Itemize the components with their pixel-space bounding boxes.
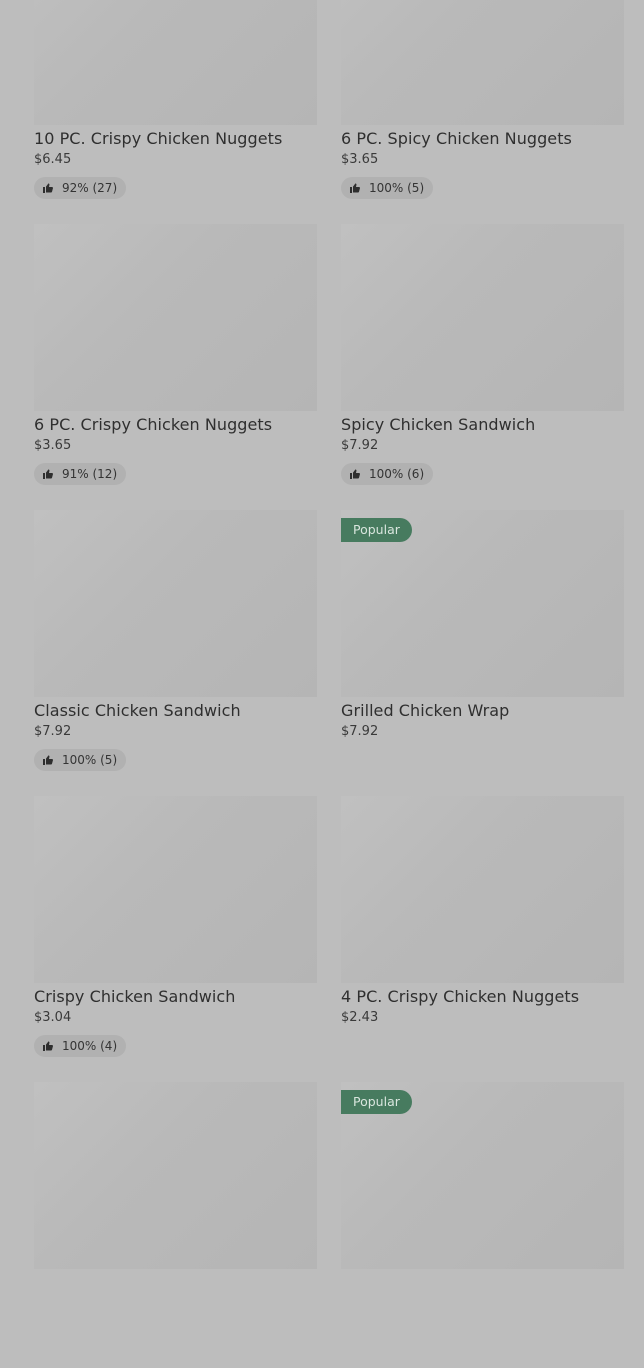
- rating-pill: 100% (6): [341, 463, 434, 485]
- rating-text: 100% (5): [62, 753, 118, 767]
- item-price: $7.92: [341, 438, 379, 453]
- item-name: Crispy Chicken Sandwich: [34, 987, 236, 1006]
- rating-text: 100% (6): [369, 467, 425, 481]
- rating-pill: 92% (27): [34, 177, 127, 199]
- menu-item-card[interactable]: 6 PC. Crispy Chicken Nuggets $3.65 91% (…: [34, 224, 317, 510]
- item-name: Spicy Chicken Sandwich: [341, 415, 536, 434]
- item-image-placeholder[interactable]: [34, 510, 317, 697]
- item-name: 10 PC. Crispy Chicken Nuggets: [34, 129, 283, 148]
- item-image-placeholder[interactable]: [34, 796, 317, 983]
- menu-item-card[interactable]: [34, 1082, 317, 1368]
- item-image-placeholder[interactable]: [34, 1082, 317, 1269]
- item-name: Grilled Chicken Wrap: [341, 701, 510, 720]
- menu-item-card[interactable]: Popular: [341, 1082, 624, 1368]
- menu-item-card[interactable]: 4 PC. Crispy Chicken Nuggets $2.43: [341, 796, 624, 1082]
- menu-item-card[interactable]: 10 PC. Crispy Chicken Nuggets $6.45 92% …: [34, 0, 317, 224]
- rating-text: 92% (27): [62, 181, 118, 195]
- item-price: $2.43: [341, 1010, 379, 1025]
- popular-badge: Popular: [341, 518, 412, 542]
- item-name: 6 PC. Crispy Chicken Nuggets: [34, 415, 273, 434]
- item-image-placeholder[interactable]: [341, 0, 624, 125]
- item-name: 4 PC. Crispy Chicken Nuggets: [341, 987, 580, 1006]
- item-price: $3.04: [34, 1010, 72, 1025]
- item-price: $7.92: [34, 724, 72, 739]
- thumbs-up-icon: [43, 183, 53, 193]
- menu-item-card[interactable]: Spicy Chicken Sandwich $7.92 100% (6): [341, 224, 624, 510]
- popular-badge: Popular: [341, 1090, 412, 1114]
- item-price: $3.65: [34, 438, 72, 453]
- item-price: $3.65: [341, 152, 379, 167]
- thumbs-up-icon: [350, 183, 360, 193]
- rating-text: 100% (4): [62, 1039, 118, 1053]
- item-name: Classic Chicken Sandwich: [34, 701, 241, 720]
- rating-pill: 91% (12): [34, 463, 127, 485]
- item-price: $6.45: [34, 152, 72, 167]
- item-image-placeholder[interactable]: [341, 796, 624, 983]
- thumbs-up-icon: [350, 469, 360, 479]
- menu-item-card[interactable]: Crispy Chicken Sandwich $3.04 100% (4): [34, 796, 317, 1082]
- item-image-placeholder[interactable]: [341, 224, 624, 411]
- thumbs-up-icon: [43, 469, 53, 479]
- item-price: $7.92: [341, 724, 379, 739]
- rating-text: 91% (12): [62, 467, 118, 481]
- rating-pill: 100% (5): [34, 749, 127, 771]
- menu-item-card[interactable]: Classic Chicken Sandwich $7.92 100% (5): [34, 510, 317, 796]
- rating-text: 100% (5): [369, 181, 425, 195]
- rating-pill: 100% (4): [34, 1035, 127, 1057]
- thumbs-up-icon: [43, 1041, 53, 1051]
- menu-item-grid: 10 PC. Crispy Chicken Nuggets $6.45 92% …: [34, 0, 624, 1368]
- menu-item-card[interactable]: 6 PC. Spicy Chicken Nuggets $3.65 100% (…: [341, 0, 624, 224]
- rating-pill: 100% (5): [341, 177, 434, 199]
- thumbs-up-icon: [43, 755, 53, 765]
- item-image-placeholder[interactable]: Popular: [341, 1082, 624, 1269]
- item-image-placeholder[interactable]: [34, 224, 317, 411]
- item-name: 6 PC. Spicy Chicken Nuggets: [341, 129, 572, 148]
- menu-item-card[interactable]: Popular Grilled Chicken Wrap $7.92: [341, 510, 624, 796]
- item-image-placeholder[interactable]: [34, 0, 317, 125]
- item-image-placeholder[interactable]: Popular: [341, 510, 624, 697]
